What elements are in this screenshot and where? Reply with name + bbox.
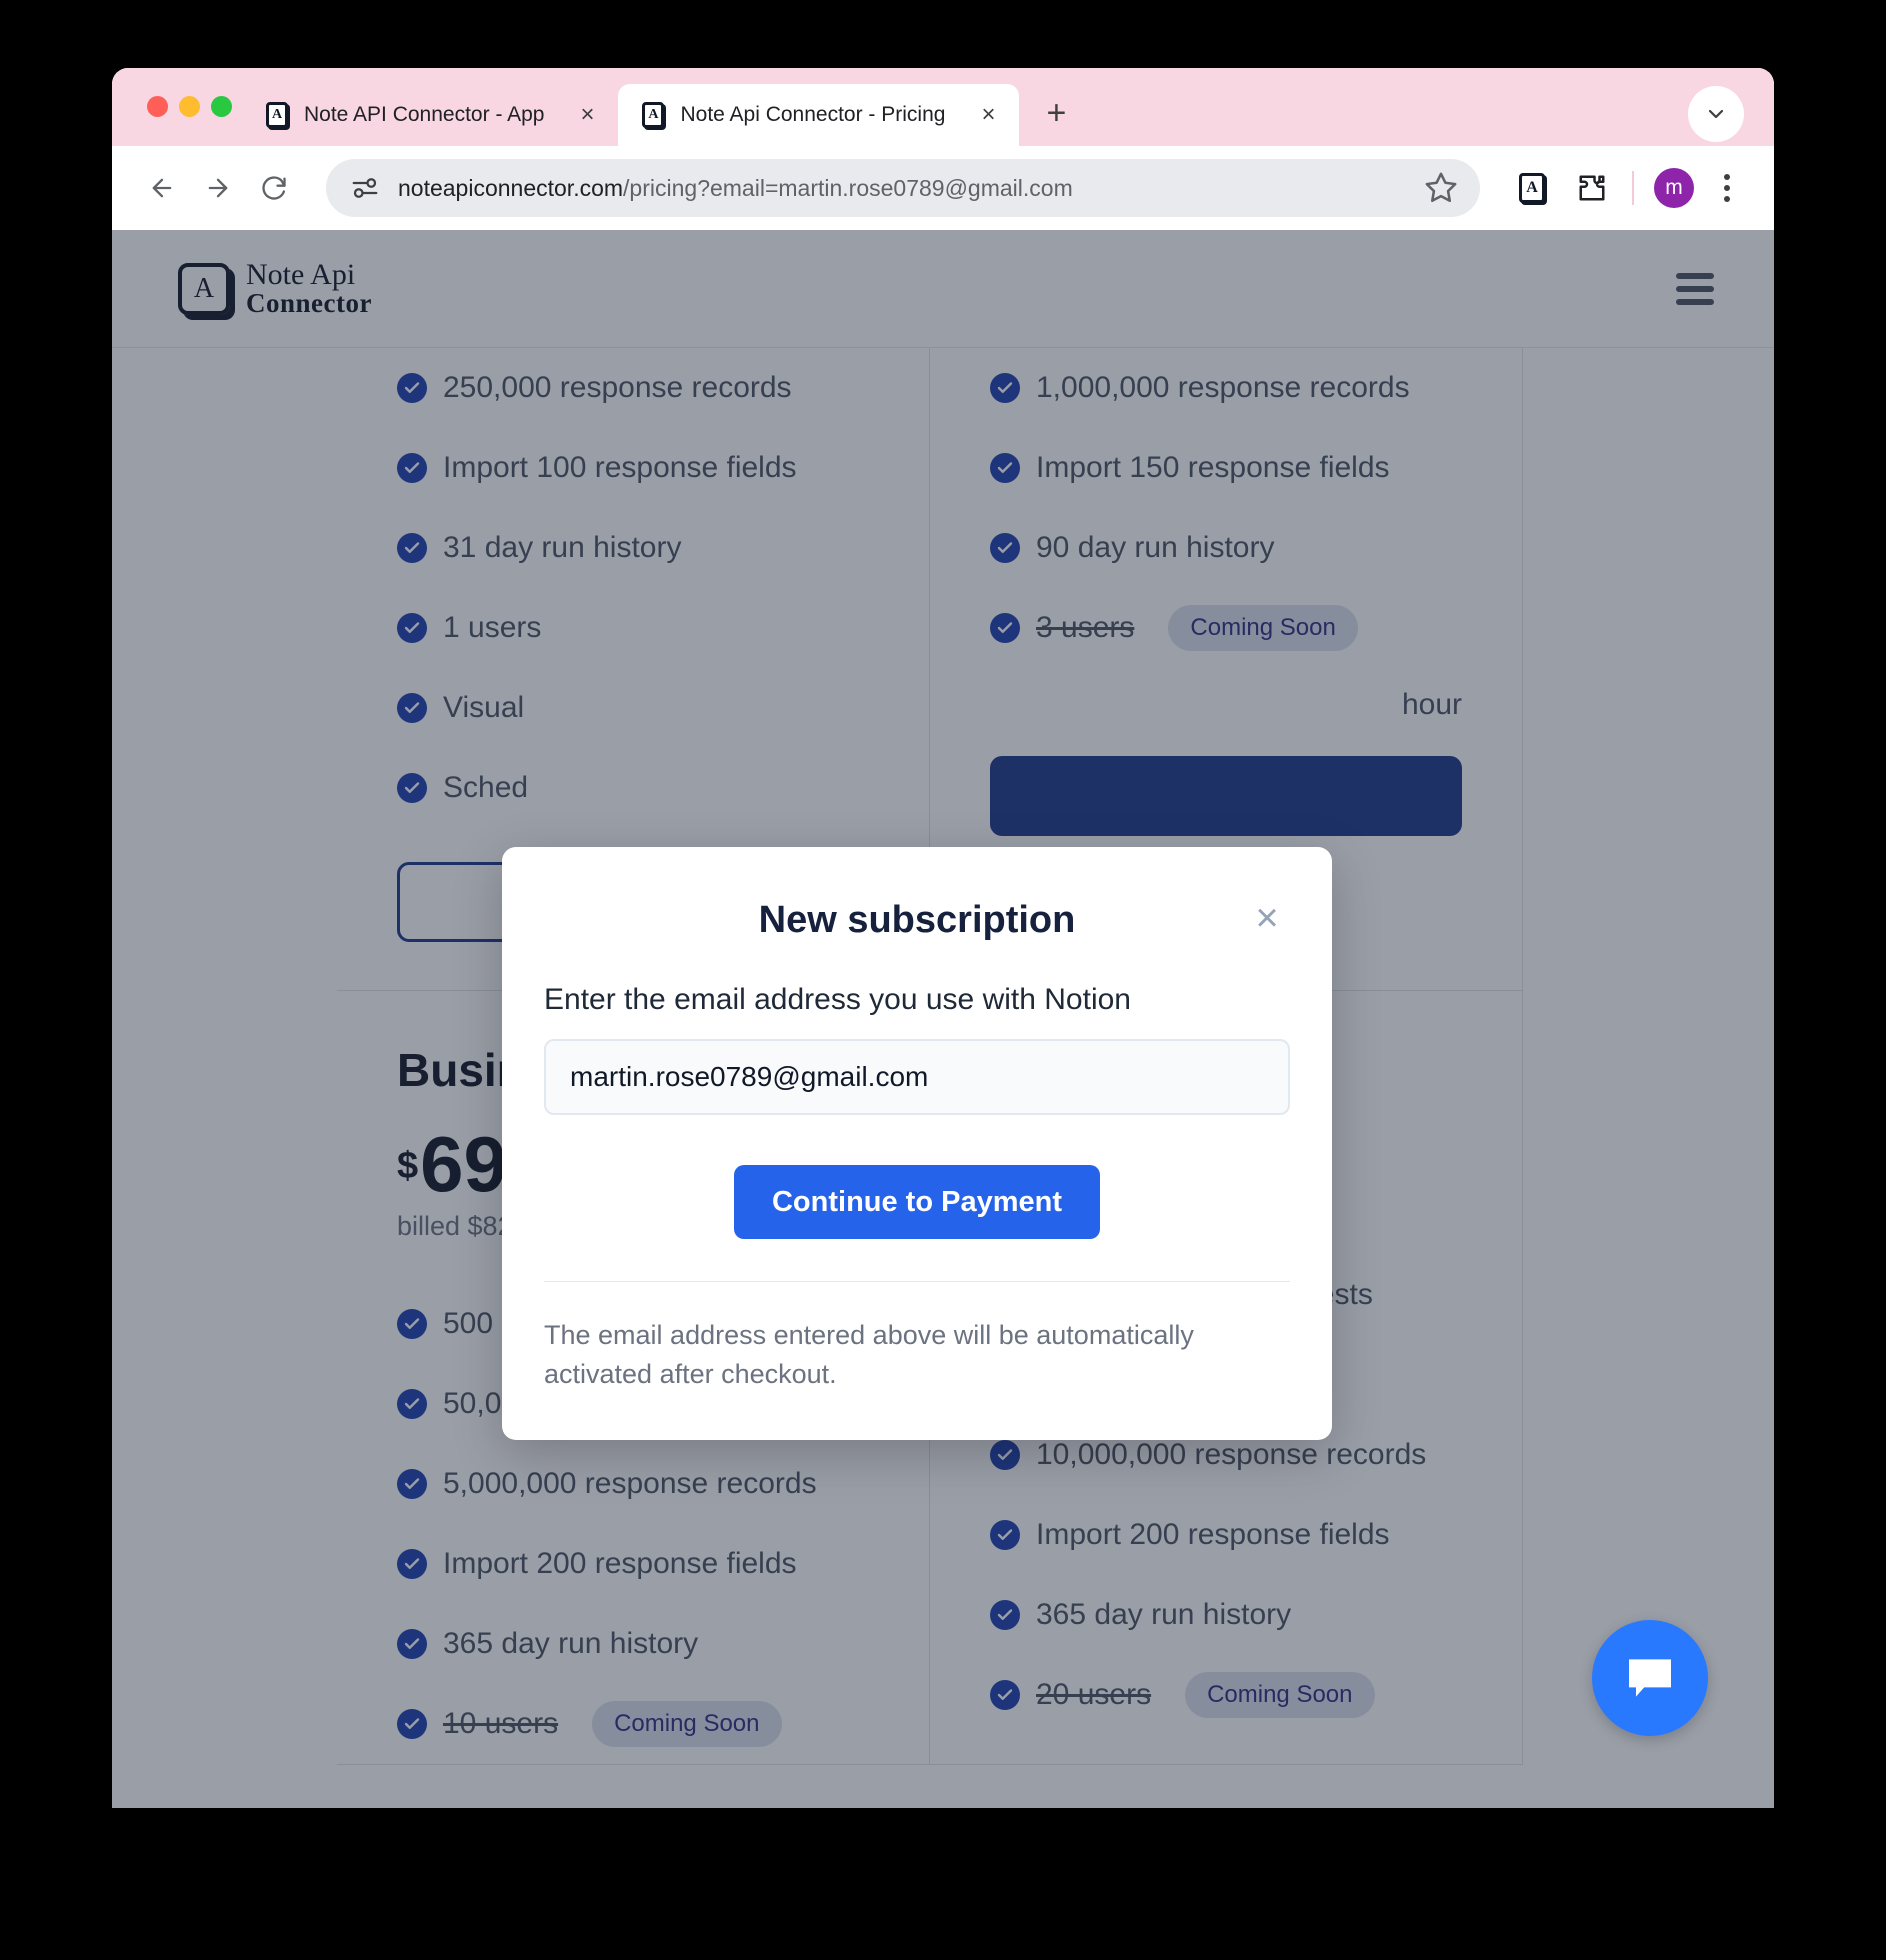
tab-close-icon[interactable]: ×: [971, 98, 1005, 132]
continue-to-payment-button[interactable]: Continue to Payment: [733, 1165, 1100, 1239]
toolbar-divider: [1632, 171, 1634, 205]
tab-favicon-icon: A: [264, 101, 290, 129]
email-field[interactable]: [544, 1039, 1290, 1115]
reload-button[interactable]: [246, 160, 302, 216]
close-icon[interactable]: ×: [1244, 895, 1290, 941]
chat-widget-button[interactable]: [1592, 1620, 1708, 1736]
new-subscription-modal: New subscription × Enter the email addre…: [502, 847, 1332, 1441]
tab-search-chevron-down-icon[interactable]: [1688, 86, 1744, 142]
tab-close-icon[interactable]: ×: [570, 98, 604, 132]
url-path: /pricing?email=martin.rose0789@gmail.com: [623, 174, 1073, 201]
new-tab-button[interactable]: +: [1033, 90, 1079, 136]
back-button[interactable]: [134, 160, 190, 216]
site-settings-icon[interactable]: [350, 173, 380, 203]
bookmark-star-icon[interactable]: [1424, 171, 1458, 205]
close-window-button[interactable]: [147, 96, 168, 117]
forward-button[interactable]: [190, 160, 246, 216]
tab-title: Note API Connector - App: [304, 103, 545, 126]
extension-glyph: A: [1519, 173, 1545, 203]
minimize-window-button[interactable]: [179, 96, 200, 117]
browser-window: A Note API Connector - App × A Note Api …: [112, 68, 1774, 1808]
url-host: noteapiconnector.com: [398, 174, 624, 201]
window-traffic-lights: [147, 96, 232, 117]
modal-title: New subscription: [758, 898, 1076, 941]
maximize-window-button[interactable]: [211, 96, 232, 117]
url-text: noteapiconnector.com/pricing?email=marti…: [398, 175, 1406, 202]
browser-menu-icon[interactable]: [1704, 165, 1750, 211]
address-bar[interactable]: noteapiconnector.com/pricing?email=marti…: [326, 159, 1480, 217]
modal-footnote: The email address entered above will be …: [544, 1320, 1194, 1390]
modal-header: New subscription ×: [544, 889, 1290, 951]
profile-avatar[interactable]: m: [1654, 168, 1694, 208]
modal-prompt-label: Enter the email address you use with Not…: [544, 983, 1131, 1016]
browser-toolbar: noteapiconnector.com/pricing?email=marti…: [112, 146, 1774, 230]
extensions-puzzle-icon[interactable]: [1566, 162, 1618, 214]
tab-note-api-connector-app[interactable]: A Note API Connector - App ×: [242, 84, 618, 146]
tab-title: Note Api Connector - Pricing: [680, 103, 946, 126]
chat-bubble-icon: [1629, 1659, 1671, 1697]
modal-actions: Continue to Payment: [544, 1115, 1290, 1281]
note-api-connector-extension-icon[interactable]: A: [1506, 162, 1558, 214]
tab-strip: A Note API Connector - App × A Note Api …: [112, 68, 1774, 146]
tab-note-api-connector-pricing[interactable]: A Note Api Connector - Pricing ×: [618, 84, 1020, 146]
tab-favicon-icon: A: [640, 101, 666, 129]
page-viewport: A Note Api Connector 250,000 response re…: [112, 230, 1774, 1808]
